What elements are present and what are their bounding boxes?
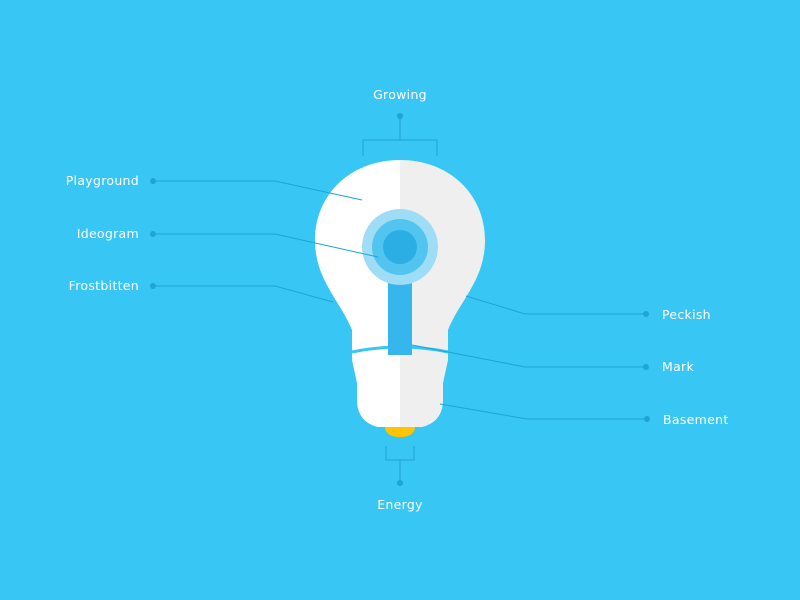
mark-dot [643, 364, 649, 370]
label-energy: Energy [377, 497, 423, 512]
label-basement: Basement [663, 412, 729, 427]
frostbitten-leader [156, 285, 334, 303]
lightbulb-diagram: Growing Energy Playground Ideogram Frost… [0, 0, 800, 600]
label-growing: Growing [373, 87, 427, 102]
label-playground: Playground [65, 173, 139, 188]
playground-dot [150, 178, 156, 184]
peckish-dot [643, 311, 649, 317]
basement-dot [644, 416, 650, 422]
frostbitten-dot [150, 283, 156, 289]
label-peckish: Peckish [662, 307, 711, 322]
peckish-leader [465, 295, 643, 315]
top-bracket [362, 139, 438, 156]
label-ideogram: Ideogram [76, 226, 139, 241]
ideogram-dot [150, 231, 156, 237]
bottom-bracket [385, 446, 415, 461]
bottom-connector-dot [397, 480, 403, 486]
label-mark: Mark [662, 359, 695, 374]
label-frostbitten: Frostbitten [68, 278, 139, 293]
bulb-socket-left [352, 346, 400, 427]
top-connector-dot [397, 113, 403, 119]
bulb-socket-right [400, 346, 448, 427]
bulb-base-cap [385, 427, 415, 437]
basement-leader [439, 403, 644, 420]
filament-core [383, 230, 417, 264]
